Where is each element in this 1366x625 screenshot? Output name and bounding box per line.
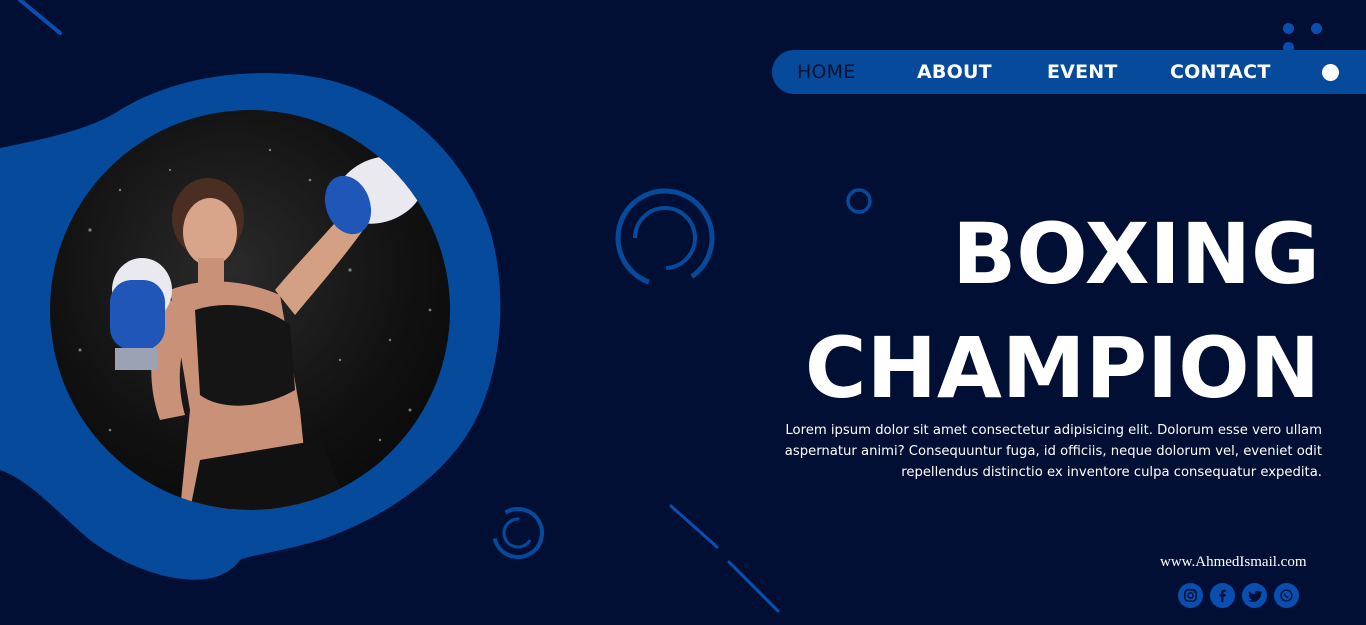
- nav-event[interactable]: EVENT: [1047, 61, 1118, 83]
- description-line: aspernatur animi? Consequuntur fuga, id …: [784, 444, 1322, 459]
- hero-title-line2: CHAMPION: [804, 319, 1320, 417]
- description-line: repellendus distinctio ex inventore culp…: [901, 465, 1322, 480]
- instagram-icon[interactable]: [1178, 583, 1203, 608]
- decor-line-top-left: [18, 0, 62, 35]
- theme-toggle[interactable]: [1322, 64, 1339, 81]
- twitter-icon[interactable]: [1242, 583, 1267, 608]
- decor-ring-large: [615, 188, 715, 288]
- facebook-icon[interactable]: [1210, 583, 1235, 608]
- nav-home[interactable]: HOME: [797, 61, 855, 83]
- social-links: [1178, 583, 1299, 608]
- whatsapp-icon[interactable]: [1274, 583, 1299, 608]
- nav-contact[interactable]: CONTACT: [1170, 61, 1271, 83]
- hero-title-line1: BOXING: [952, 205, 1320, 303]
- boxer-illustration: [78, 148, 432, 510]
- boxer-photo: [50, 110, 450, 510]
- decor-ring-small: [492, 507, 544, 559]
- decor-lines-bottom: [669, 504, 780, 613]
- decor-small-circle: [846, 188, 872, 214]
- website-link[interactable]: www.AhmedIsmail.com: [1160, 554, 1307, 571]
- hero-description: Lorem ipsum dolor sit amet consectetur a…: [742, 420, 1322, 483]
- main-nav: HOME ABOUT EVENT CONTACT: [772, 50, 1366, 94]
- description-line: Lorem ipsum dolor sit amet consectetur a…: [785, 423, 1322, 438]
- nav-about[interactable]: ABOUT: [917, 61, 992, 83]
